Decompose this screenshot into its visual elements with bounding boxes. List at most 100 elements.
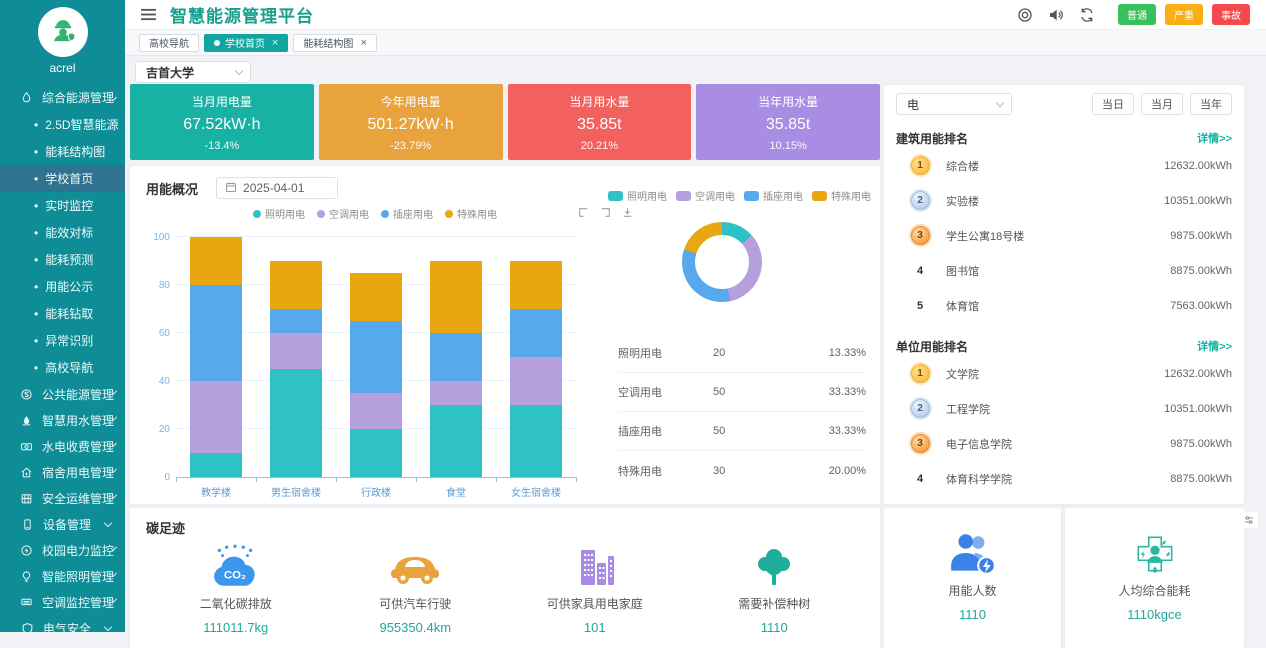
sidebar-item[interactable]: •用能公示 <box>0 273 125 300</box>
sidebar-group[interactable]: 校园电力监控 <box>0 537 125 563</box>
legend-item[interactable]: 照明用电 <box>253 206 305 221</box>
legend-item[interactable]: 插座用电 <box>744 188 803 203</box>
tab-2[interactable]: 能耗结构图× <box>293 34 376 52</box>
bar-segment[interactable] <box>350 429 402 477</box>
period-button[interactable]: 当年 <box>1190 93 1232 115</box>
alarm-badge[interactable]: 普通 <box>1118 4 1156 25</box>
ranking-row[interactable]: 2实验楼10351.00kWh <box>896 183 1232 218</box>
bar-segment[interactable] <box>350 393 402 429</box>
refresh-icon[interactable] <box>1079 7 1095 23</box>
legend-item[interactable]: 照明用电 <box>608 188 667 203</box>
ranking-row[interactable]: 4图书馆8875.00kWh <box>896 253 1232 288</box>
tab-0[interactable]: 高校导航 <box>139 34 199 52</box>
y-axis-label: 40 <box>142 376 170 387</box>
sidebar-item[interactable]: •异常识别 <box>0 327 125 354</box>
bar-segment[interactable] <box>430 405 482 477</box>
hamburger-menu-icon[interactable] <box>141 8 156 21</box>
sidebar-group[interactable]: 智能照明管理 <box>0 563 125 589</box>
sidebar-group-expanded[interactable]: 综合能源管理 <box>0 84 125 111</box>
sidebar-group[interactable]: 公共能源管理 <box>0 381 125 407</box>
sidebar-group[interactable]: 安全运维管理 <box>0 485 125 511</box>
bullet-icon: • <box>34 334 38 348</box>
sidebar-item[interactable]: •实时监控 <box>0 192 125 219</box>
bar-segment[interactable] <box>270 261 322 309</box>
close-icon[interactable]: × <box>360 37 366 49</box>
bar-segment[interactable] <box>270 333 322 369</box>
toolbox-dataview-icon[interactable] <box>599 206 612 219</box>
sidebar-group[interactable]: 水电收费管理 <box>0 433 125 459</box>
sidebar-item[interactable]: •能耗预测 <box>0 246 125 273</box>
legend-item[interactable]: 插座用电 <box>381 206 433 221</box>
sidebar-item[interactable]: •能效对标 <box>0 219 125 246</box>
date-picker[interactable]: 2025-04-01 <box>216 177 338 199</box>
bar-segment[interactable] <box>510 309 562 357</box>
bar-segment[interactable] <box>190 381 242 453</box>
sidebar-group[interactable]: 电气安全 <box>0 615 125 641</box>
ranking-row[interactable]: 3 学生公寓18号楼9875.00kWh <box>896 218 1232 253</box>
rank-name: 体育馆 <box>946 298 1170 314</box>
bar-segment[interactable] <box>190 237 242 285</box>
period-button[interactable]: 当月 <box>1141 93 1183 115</box>
bar-segment[interactable] <box>510 405 562 477</box>
bar-segment[interactable] <box>270 369 322 477</box>
bullet-icon: • <box>34 145 38 159</box>
legend-item[interactable]: 特殊用电 <box>445 206 497 221</box>
sidebar-item[interactable]: •学校首页 <box>0 165 125 192</box>
tab-1[interactable]: 学校首页× <box>204 34 288 52</box>
ranking-row[interactable]: 1文学院12632.00kWh <box>896 356 1232 391</box>
legend-item[interactable]: 空调用电 <box>676 188 735 203</box>
bar-segment[interactable] <box>510 261 562 309</box>
sidebar-group[interactable]: 智慧用水管理 <box>0 407 125 433</box>
speaker-icon[interactable] <box>1048 7 1064 23</box>
message-center-icon[interactable] <box>1017 7 1033 23</box>
alarm-badge[interactable]: 严重 <box>1165 4 1203 25</box>
bullet-icon: • <box>34 226 38 240</box>
people-energy-icon <box>948 530 998 578</box>
rank-medal: 3 <box>911 226 930 245</box>
bar-segment[interactable] <box>350 273 402 321</box>
rank-name: 学生公寓18号楼 <box>946 228 1170 244</box>
ranking-row[interactable]: 1综合楼12632.00kWh <box>896 148 1232 183</box>
legend-item[interactable]: 特殊用电 <box>812 188 871 203</box>
billing-icon <box>20 439 33 453</box>
school-select[interactable]: 吉首大学 <box>135 61 251 83</box>
energy-type-select[interactable]: 电 <box>896 93 1012 115</box>
ranking-row[interactable]: 3电子信息学院9875.00kWh <box>896 426 1232 461</box>
public-energy-icon <box>20 387 33 401</box>
people-count-value: 1110 <box>959 607 986 622</box>
bar-segment[interactable] <box>430 381 482 405</box>
sidebar-group[interactable]: 宿舍用电管理 <box>0 459 125 485</box>
rank-value: 9875.00kWh <box>1170 230 1232 242</box>
sidebar-item[interactable]: •能耗钻取 <box>0 300 125 327</box>
stat-card-title: 当月用电量 <box>130 93 314 110</box>
close-icon[interactable]: × <box>272 37 278 49</box>
bar-segment[interactable] <box>430 261 482 333</box>
bar-segment[interactable] <box>430 333 482 381</box>
toolbox-magic-icon[interactable] <box>577 206 590 219</box>
period-button[interactable]: 当日 <box>1092 93 1134 115</box>
panel-settings-icon[interactable] <box>1240 512 1258 528</box>
ranking-row[interactable]: 5体育馆7563.00kWh <box>896 288 1232 323</box>
legend-item[interactable]: 空调用电 <box>317 206 369 221</box>
sidebar-group[interactable]: 空调监控管理 <box>0 589 125 615</box>
legend-label: 特殊用电 <box>831 188 871 203</box>
rank-cell: 3 <box>904 226 936 245</box>
details-link[interactable]: 详情>> <box>1197 338 1232 354</box>
rank-medal: 1 <box>911 364 930 383</box>
ranking-row[interactable]: 2工程学院10351.00kWh <box>896 391 1232 426</box>
ranking-row[interactable]: 4体育科学学院8875.00kWh <box>896 461 1232 496</box>
overview-title: 用能概况 <box>146 179 198 198</box>
bar-segment[interactable] <box>190 285 242 381</box>
sidebar-item[interactable]: •高校导航 <box>0 354 125 381</box>
bar-segment[interactable] <box>190 453 242 477</box>
sidebar-item[interactable]: •能耗结构图 <box>0 138 125 165</box>
usage-percent: 13.33% <box>783 347 866 359</box>
bar-segment[interactable] <box>510 357 562 405</box>
details-link[interactable]: 详情>> <box>1197 130 1232 146</box>
bar-segment[interactable] <box>350 321 402 393</box>
sidebar-group[interactable]: 设备管理 <box>0 511 125 537</box>
alarm-badge[interactable]: 事故 <box>1212 4 1250 25</box>
sidebar-item[interactable]: •2.5D智慧能源 <box>0 111 125 138</box>
toolbox-download-icon[interactable] <box>621 206 634 219</box>
bar-segment[interactable] <box>270 309 322 333</box>
